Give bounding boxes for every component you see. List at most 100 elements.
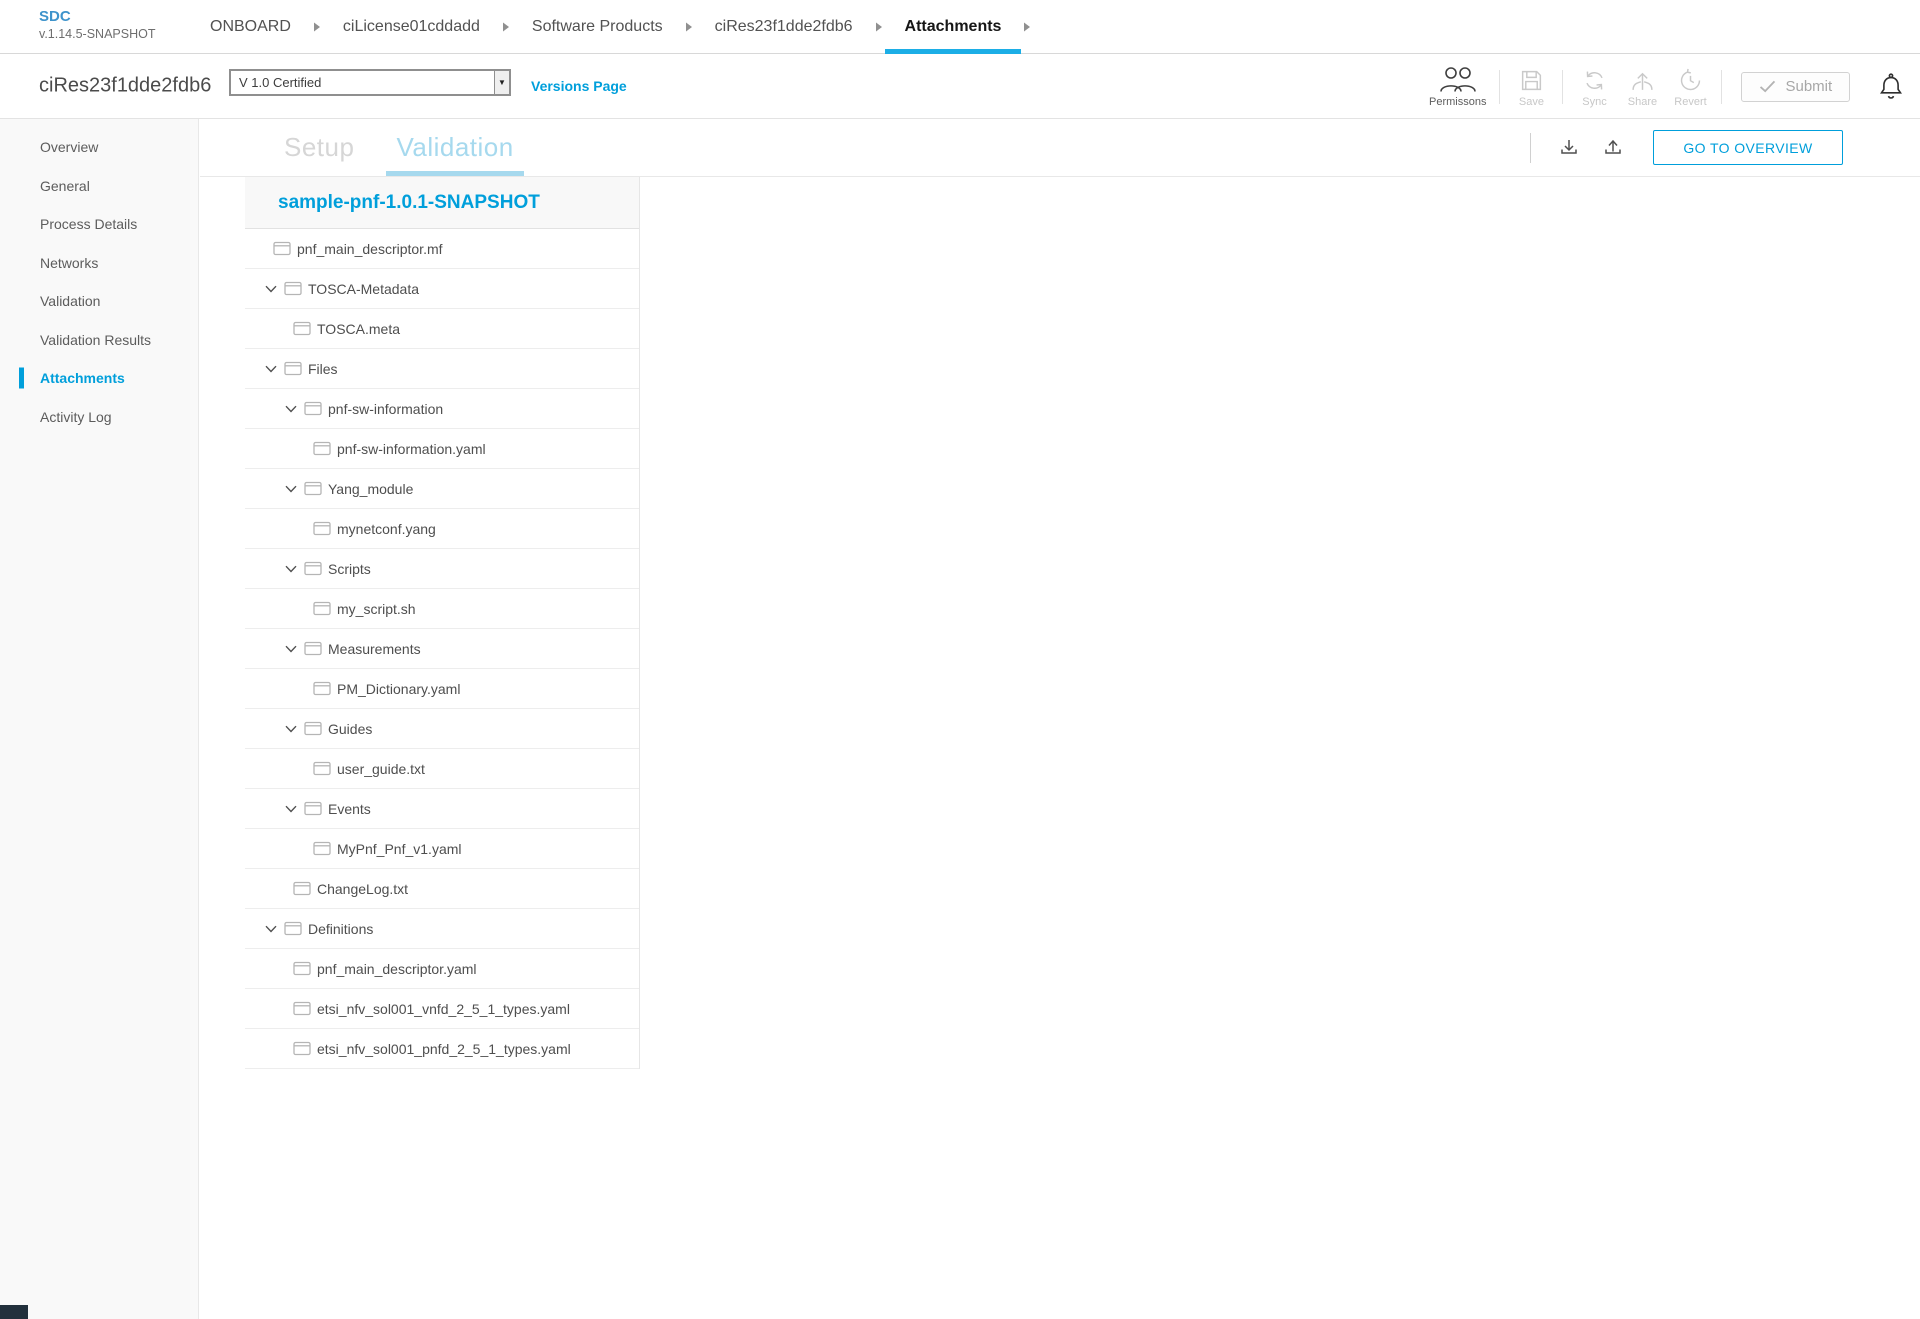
breadcrumb-item-onboard[interactable]: ONBOARD [210,0,291,54]
tab-setup[interactable]: Setup [274,119,364,176]
header-divider [1562,70,1563,104]
attachments-tree: pnf_main_descriptor.mf TOSCA-MetadataTOSC… [245,229,639,1069]
revert-action[interactable]: Revert [1666,66,1714,108]
permissons-action[interactable]: Permissons [1423,66,1492,108]
sidebar-item-validation-results[interactable]: Validation Results [0,321,198,360]
share-action[interactable]: Share [1618,66,1666,108]
chevron-down-icon[interactable] [285,565,297,573]
chevron-down-icon[interactable] [265,925,277,933]
tab-controls: GO TO OVERVIEW [1530,119,1843,176]
tree-node-label: pnf_main_descriptor.yaml [317,961,477,977]
tree-node-user-guide-txt[interactable]: user_guide.txt [245,749,639,789]
tab-list: Setup Validation [274,119,524,176]
select-caret-icon[interactable]: ▼ [494,71,509,94]
breadcrumb-item-software-products[interactable]: Software Products [532,0,663,54]
chevron-down-icon[interactable] [265,285,277,293]
chevron-down-icon[interactable] [285,485,297,493]
chevron-down-icon[interactable] [265,365,277,373]
breadcrumb-caret-icon [875,0,883,54]
chevron-down-icon[interactable] [285,725,297,733]
sidebar-item-validation[interactable]: Validation [0,282,198,321]
tree-node-pnf-main-descriptor-yaml[interactable]: pnf_main_descriptor.yaml [245,949,639,989]
breadcrumb-item-cilicense01cddadd[interactable]: ciLicense01cddadd [343,0,480,54]
go-to-overview-button[interactable]: GO TO OVERVIEW [1653,130,1843,165]
sidebar-item-activity-log[interactable]: Activity Log [0,398,198,437]
version-select-value: V 1.0 Certified [231,71,494,94]
tree-node-label: pnf_main_descriptor.mf [297,241,443,257]
version-select[interactable]: V 1.0 Certified ▼ [229,69,511,96]
tree-node-my-script-sh[interactable]: my_script.sh [245,589,639,629]
sidebar-item-general[interactable]: General [0,167,198,206]
header-divider [1499,70,1500,104]
tree-node-label: Yang_module [328,481,413,497]
attachments-tree-panel: sample-pnf-1.0.1-SNAPSHOT pnf_main_descr… [245,177,640,1069]
tree-node-events[interactable]: Events [245,789,639,829]
submit-label: Submit [1785,78,1832,95]
tree-node-etsi-nfv-sol001-pnfd-2-5-1-types-yaml[interactable]: etsi_nfv_sol001_pnfd_2_5_1_types.yaml [245,1029,639,1069]
breadcrumb-caret-icon [313,0,321,54]
breadcrumb-item-attachments[interactable]: Attachments [905,0,1002,54]
tree-node-measurements[interactable]: Measurements [245,629,639,669]
save-action[interactable]: Save [1507,66,1555,108]
sidebar-item-process-details[interactable]: Process Details [0,205,198,244]
save-label: Save [1519,96,1544,108]
versions-page-link[interactable]: Versions Page [531,78,627,94]
main-content: Setup Validation GO TO OVERVIEW sample-pn… [200,119,1920,1319]
top-bar: SDC v.1.14.5-SNAPSHOT ONBOARD ciLicense01… [0,0,1920,54]
tree-node-mypnf-pnf-v1-yaml[interactable]: MyPnf_Pnf_v1.yaml [245,829,639,869]
permissons-label: Permissons [1429,96,1486,108]
revert-label: Revert [1674,96,1706,108]
tree-node-tosca-meta[interactable]: TOSCA.meta [245,309,639,349]
users-icon [1439,66,1477,93]
file-icon [284,361,302,376]
sidebar: OverviewGeneralProcess DetailsNetworksVa… [0,119,199,1319]
tree-node-pm-dictionary-yaml[interactable]: PM_Dictionary.yaml [245,669,639,709]
file-icon [273,241,291,256]
tree-node-label: MyPnf_Pnf_v1.yaml [337,841,462,857]
file-icon [284,281,302,296]
sidebar-item-overview[interactable]: Overview [0,128,198,167]
tree-node-pnf-sw-information[interactable]: pnf-sw-information [245,389,639,429]
tree-node-yang-module[interactable]: Yang_module [245,469,639,509]
tab-validation[interactable]: Validation [386,119,523,176]
tree-node-mynetconf-yang[interactable]: mynetconf.yang [245,509,639,549]
file-icon [293,961,311,976]
file-icon [313,441,331,456]
tree-node-pnf-sw-information-yaml[interactable]: pnf-sw-information.yaml [245,429,639,469]
sync-label: Sync [1582,96,1606,108]
file-icon [313,841,331,856]
file-icon [293,321,311,336]
submit-button[interactable]: Submit [1741,72,1850,102]
file-icon [313,601,331,616]
chevron-down-icon[interactable] [285,805,297,813]
tree-node-label: user_guide.txt [337,761,425,777]
tree-node-files[interactable]: Files [245,349,639,389]
file-icon [304,481,322,496]
breadcrumb: ONBOARD ciLicense01cddadd Software Product… [210,0,1053,54]
tree-node-etsi-nfv-sol001-vnfd-2-5-1-types-yaml[interactable]: etsi_nfv_sol001_vnfd_2_5_1_types.yaml [245,989,639,1029]
tree-node-label: Measurements [328,641,421,657]
tree-node-tosca-metadata[interactable]: TOSCA-Metadata [245,269,639,309]
download-icon[interactable] [1555,134,1583,162]
file-icon [293,881,311,896]
tree-node-pnf-main-descriptor-mf[interactable]: pnf_main_descriptor.mf [245,229,639,269]
tree-node-guides[interactable]: Guides [245,709,639,749]
upload-icon[interactable] [1599,134,1627,162]
chevron-down-icon[interactable] [285,645,297,653]
header-actions: Permissons Save Sync Share Revert Submit [1423,54,1904,119]
tree-node-definitions[interactable]: Definitions [245,909,639,949]
breadcrumb-item-cires23f1dde2fdb6[interactable]: ciRes23f1dde2fdb6 [715,0,853,54]
tree-node-changelog-txt[interactable]: ChangeLog.txt [245,869,639,909]
sdc-logo[interactable]: SDC v.1.14.5-SNAPSHOT [39,8,155,42]
file-icon [304,801,322,816]
sidebar-item-attachments[interactable]: Attachments [0,359,198,398]
sidebar-item-networks[interactable]: Networks [0,244,198,283]
package-title[interactable]: sample-pnf-1.0.1-SNAPSHOT [245,177,639,229]
file-icon [284,921,302,936]
chevron-down-icon[interactable] [285,405,297,413]
tree-node-label: etsi_nfv_sol001_vnfd_2_5_1_types.yaml [317,1001,570,1017]
sync-action[interactable]: Sync [1570,66,1618,108]
tree-node-scripts[interactable]: Scripts [245,549,639,589]
bell-icon[interactable] [1878,73,1904,101]
check-icon [1759,80,1776,93]
